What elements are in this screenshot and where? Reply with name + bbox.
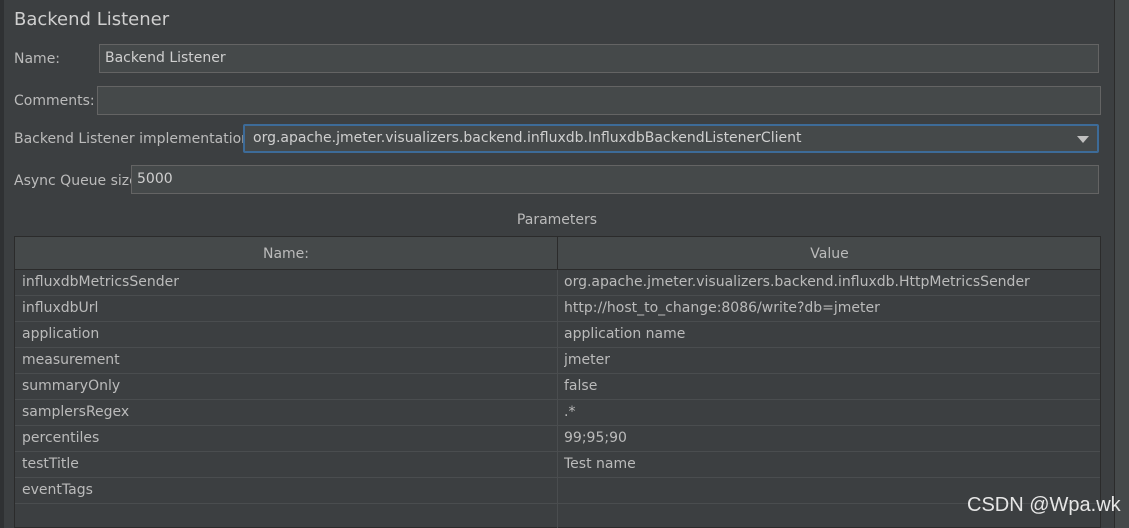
param-value-cell[interactable]: false <box>564 374 1094 399</box>
table-row[interactable]: measurement jmeter <box>15 348 1100 374</box>
parameters-table: Name: Value influxdbMetricsSender org.apa… <box>14 236 1101 528</box>
table-row[interactable]: percentiles 99;95;90 <box>15 426 1100 452</box>
comments-label: Comments: <box>14 93 95 109</box>
chevron-down-icon[interactable] <box>1077 136 1089 143</box>
param-value-cell[interactable]: application name <box>564 322 1094 347</box>
param-name-cell[interactable]: measurement <box>22 348 552 373</box>
column-header-name[interactable]: Name: <box>15 237 557 269</box>
queue-size-field[interactable]: 5000 <box>131 165 1099 194</box>
param-name-cell[interactable]: testTitle <box>22 452 552 477</box>
panel-title: Backend Listener <box>14 9 170 30</box>
parameters-title: Parameters <box>516 212 598 228</box>
param-name-cell[interactable]: influxdbUrl <box>22 296 552 321</box>
implementation-label: Backend Listener implementation <box>14 131 251 147</box>
param-value-cell[interactable]: org.apache.jmeter.visualizers.backend.in… <box>564 270 1094 295</box>
column-header-value[interactable]: Value <box>557 237 1101 269</box>
param-value-cell[interactable]: Test name <box>564 452 1094 477</box>
param-value-cell[interactable]: http://host_to_change:8086/write?db=jmet… <box>564 296 1094 321</box>
name-label: Name: <box>14 51 61 67</box>
param-value-cell[interactable]: 99;95;90 <box>564 426 1094 451</box>
param-name-cell[interactable]: eventTags <box>22 478 552 503</box>
table-row[interactable]: influxdbUrl http://host_to_change:8086/wr… <box>15 296 1100 322</box>
param-value-cell[interactable]: jmeter <box>564 348 1094 373</box>
comments-field[interactable] <box>97 86 1101 115</box>
left-edge <box>0 0 4 528</box>
implementation-value: org.apache.jmeter.visualizers.backend.in… <box>253 130 802 146</box>
table-body: influxdbMetricsSender org.apache.jmeter.v… <box>15 270 1100 504</box>
table-row[interactable]: influxdbMetricsSender org.apache.jmeter.v… <box>15 270 1100 296</box>
watermark: CSDN @Wpa.wk <box>967 494 1121 516</box>
param-name-cell[interactable]: summaryOnly <box>22 374 552 399</box>
param-name-cell[interactable]: samplersRegex <box>22 400 552 425</box>
table-row[interactable]: summaryOnly false <box>15 374 1100 400</box>
param-value-cell[interactable]: .* <box>564 400 1094 425</box>
scrollbar[interactable] <box>1114 0 1129 528</box>
param-name-cell[interactable]: percentiles <box>22 426 552 451</box>
table-row[interactable]: samplersRegex .* <box>15 400 1100 426</box>
table-row[interactable]: testTitle Test name <box>15 452 1100 478</box>
table-row[interactable]: eventTags <box>15 478 1100 504</box>
implementation-select[interactable]: org.apache.jmeter.visualizers.backend.in… <box>243 124 1099 153</box>
table-row[interactable]: application application name <box>15 322 1100 348</box>
queue-size-label: Async Queue size <box>14 173 138 189</box>
table-header: Name: Value <box>15 237 1100 270</box>
param-name-cell[interactable]: influxdbMetricsSender <box>22 270 552 295</box>
param-name-cell[interactable]: application <box>22 322 552 347</box>
name-field[interactable]: Backend Listener <box>99 44 1099 73</box>
